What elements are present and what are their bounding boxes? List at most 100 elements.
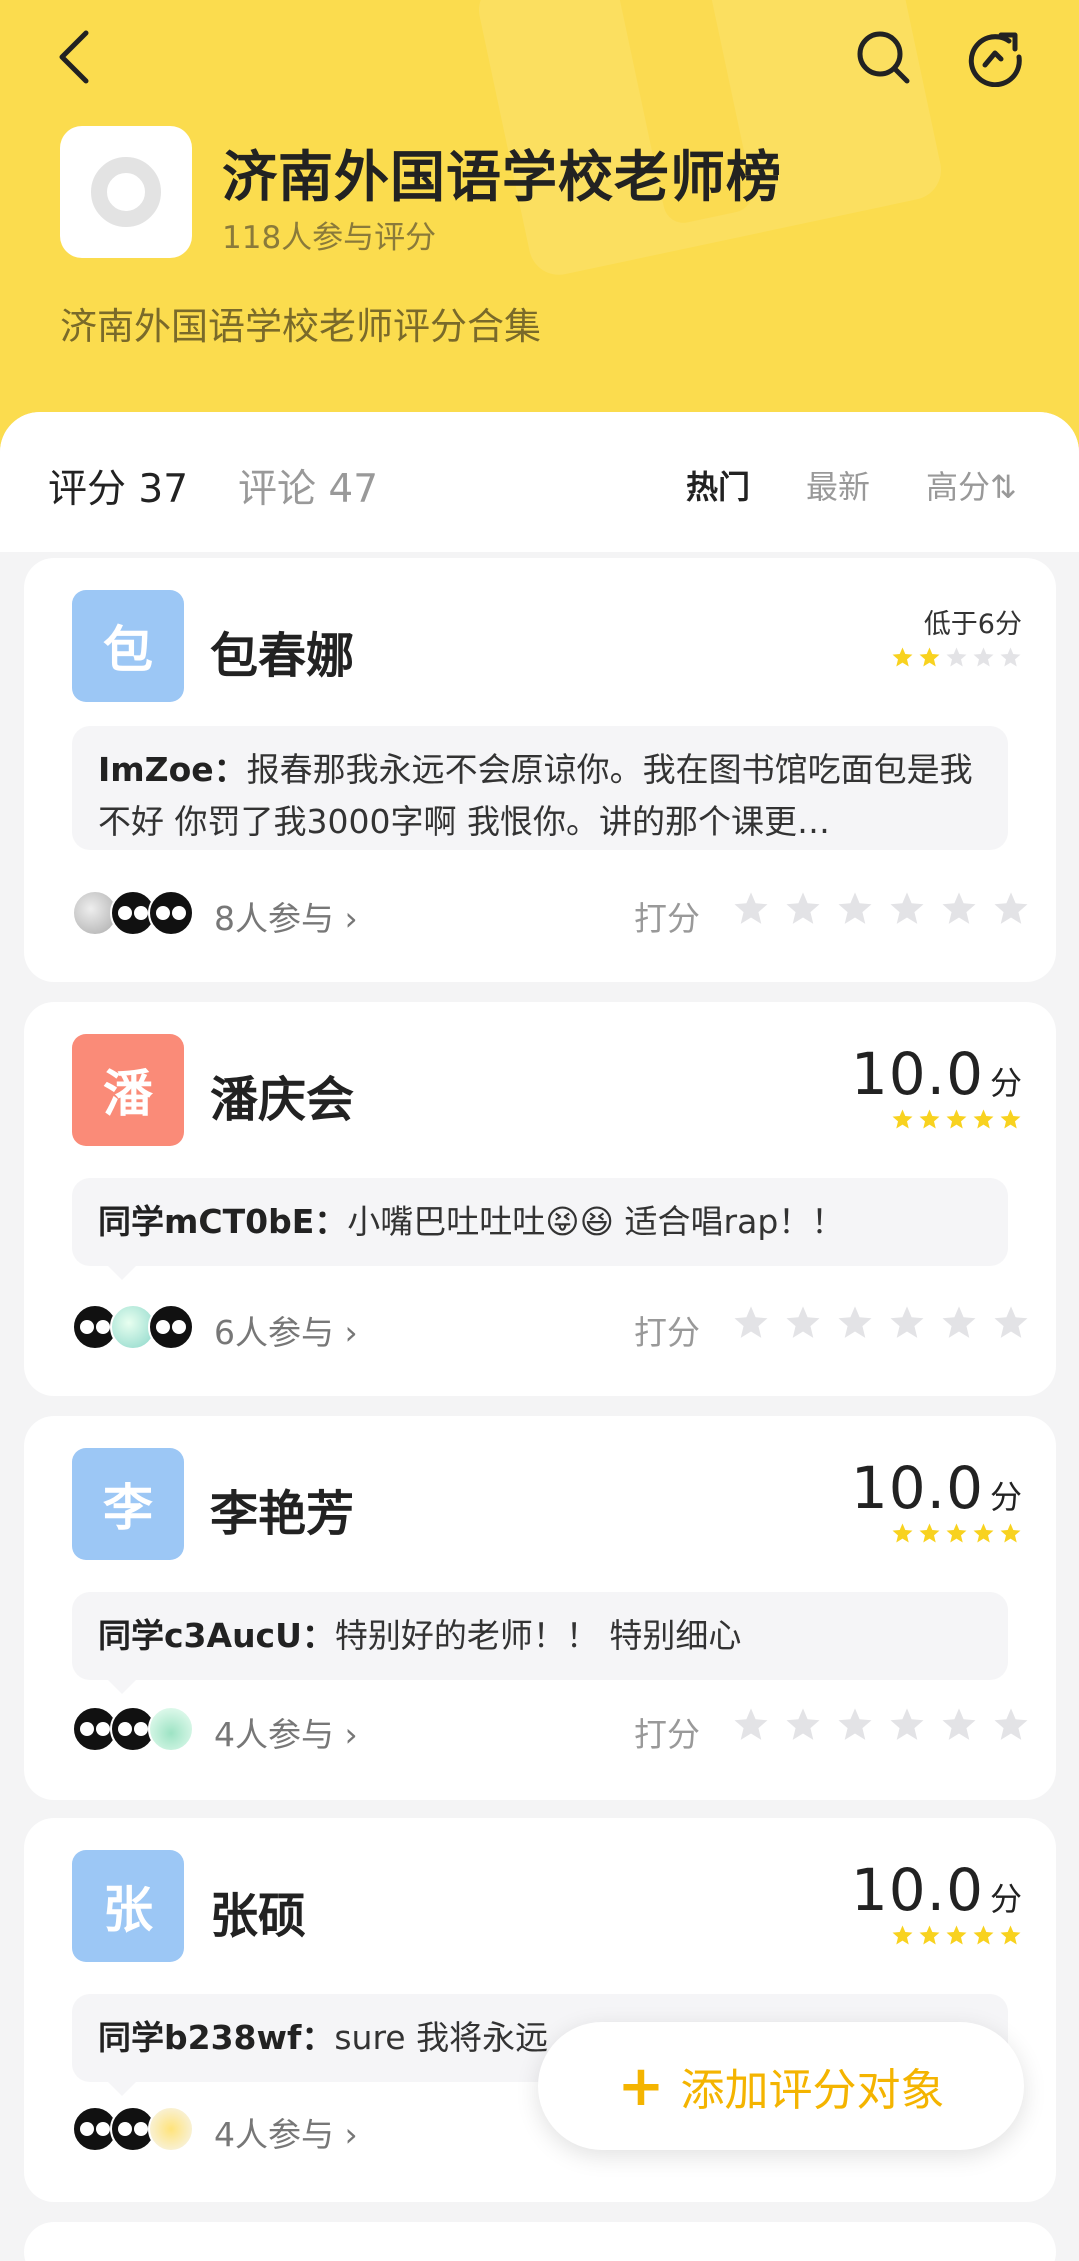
score-stars — [851, 1924, 1022, 1947]
star-icon[interactable] — [784, 1706, 822, 1744]
score-text: 低于6分 — [923, 609, 1022, 640]
teacher-name: 李艳芳 — [210, 1486, 355, 1542]
chevron-left-icon — [59, 30, 89, 84]
star-icon[interactable] — [940, 890, 978, 928]
rate-stars[interactable] — [732, 890, 1030, 928]
score-unit: 分 — [989, 1880, 1022, 1918]
card-footer: 4人参与 › 打分 — [72, 1700, 1028, 1760]
rate-label: 打分 — [634, 1313, 700, 1352]
top-comment[interactable]: 同学c3AucU：特别好的老师！！ 特别细心 — [72, 1592, 1008, 1694]
star-icon — [919, 1109, 940, 1129]
rating-card[interactable]: 包 包春娜 低于6分 ImZoe：报春那我永远不会原谅你。我在图书馆吃面包是我不… — [24, 558, 1056, 982]
comment-author: 同学mCT0bE： — [98, 1202, 348, 1241]
score-stars — [851, 1522, 1022, 1545]
plus-icon: + — [617, 2053, 665, 2119]
star-icon — [1000, 647, 1021, 667]
star-icon — [892, 647, 913, 667]
add-rating-target-button[interactable]: + 添加评分对象 — [538, 2022, 1024, 2150]
sort-hot[interactable]: 热门 — [686, 462, 750, 508]
score-value: 10.0 — [850, 1454, 984, 1522]
star-icon — [1000, 1925, 1021, 1945]
comment-author: 同学c3AucU： — [98, 1616, 335, 1655]
star-icon[interactable] — [888, 890, 926, 928]
star-icon — [946, 1109, 967, 1129]
participant-avatars — [72, 1304, 194, 1350]
participant-avatars — [72, 1706, 194, 1752]
rate-stars[interactable] — [732, 1304, 1030, 1342]
chevron-right-icon: › — [344, 1313, 358, 1352]
star-icon[interactable] — [784, 1304, 822, 1342]
page-title: 济南外国语学校老师榜 — [222, 145, 783, 209]
participants-link[interactable]: 6人参与 › — [214, 1306, 358, 1354]
score-unit: 分 — [989, 1478, 1022, 1516]
rate-label: 打分 — [634, 1715, 700, 1754]
star-icon[interactable] — [836, 890, 874, 928]
star-icon — [973, 1523, 994, 1543]
star-icon — [946, 647, 967, 667]
rating-card[interactable] — [24, 2222, 1056, 2261]
star-icon[interactable] — [888, 1304, 926, 1342]
tab-bar: 评分 37 评论 47 热门 最新 高分⇅ — [0, 412, 1079, 552]
rating-card[interactable]: 潘 潘庆会 10.0 分 同学mCT0bE：小嘴巴吐吐吐😝😆 适合唱rap！！ 6… — [24, 1002, 1056, 1396]
search-button[interactable] — [848, 22, 918, 92]
star-icon[interactable] — [836, 1304, 874, 1342]
star-icon — [973, 647, 994, 667]
participants-count: 8人参与 — [214, 899, 334, 938]
score-stars — [851, 1108, 1022, 1131]
star-icon[interactable] — [992, 1304, 1030, 1342]
chevron-right-icon: › — [344, 1715, 358, 1754]
tab-comments[interactable]: 评论 47 — [238, 458, 378, 514]
participants-link[interactable]: 8人参与 › — [214, 892, 358, 940]
star-icon[interactable] — [940, 1304, 978, 1342]
star-icon[interactable] — [732, 1706, 770, 1744]
star-icon — [1000, 1109, 1021, 1129]
comment-text: 特别好的老师！！ 特别细心 — [334, 1616, 742, 1655]
sort-new[interactable]: 最新 — [806, 462, 870, 508]
star-icon[interactable] — [836, 1706, 874, 1744]
teacher-avatar: 包 — [72, 590, 184, 702]
back-button[interactable] — [40, 22, 110, 92]
score-value: 10.0 — [850, 1856, 984, 1924]
user-avatar — [148, 1706, 194, 1752]
star-icon[interactable] — [992, 1706, 1030, 1744]
star-icon[interactable] — [992, 890, 1030, 928]
star-icon — [892, 1925, 913, 1945]
teacher-name: 潘庆会 — [210, 1072, 355, 1128]
participants-link[interactable]: 4人参与 › — [214, 1708, 358, 1756]
share-icon — [968, 32, 1022, 87]
share-button[interactable] — [960, 22, 1030, 92]
add-button-label: 添加评分对象 — [680, 2065, 945, 2116]
participants-count: 6人参与 — [214, 1313, 334, 1352]
star-icon[interactable] — [940, 1706, 978, 1744]
user-avatar — [148, 890, 194, 936]
star-icon — [946, 1925, 967, 1945]
top-comment[interactable]: 同学mCT0bE：小嘴巴吐吐吐😝😆 适合唱rap！！ — [72, 1178, 1008, 1280]
score-box: 10.0 分 — [851, 1860, 1022, 1947]
tab-ratings[interactable]: 评分 37 — [48, 458, 188, 514]
school-logo — [60, 126, 192, 258]
participants-link[interactable]: 4人参与 › — [214, 2108, 358, 2156]
sort-high[interactable]: 高分⇅ — [926, 462, 1032, 508]
chevron-right-icon: › — [344, 2115, 358, 2154]
participants-count: 4人参与 — [214, 1715, 334, 1754]
star-icon[interactable] — [784, 890, 822, 928]
top-comment[interactable]: ImZoe：报春那我永远不会原谅你。我在图书馆吃面包是我不好 你罚了我3000字… — [72, 726, 1008, 850]
star-icon[interactable] — [732, 890, 770, 928]
teacher-name: 包春娜 — [210, 628, 355, 684]
rate-stars[interactable] — [732, 1706, 1030, 1744]
score-box: 低于6分 — [891, 600, 1022, 669]
teacher-avatar: 李 — [72, 1448, 184, 1560]
participant-count: 118人参与评分 — [222, 220, 437, 256]
star-icon — [919, 647, 940, 667]
teacher-avatar: 张 — [72, 1850, 184, 1962]
rate-label: 打分 — [634, 899, 700, 938]
rating-card[interactable]: 李 李艳芳 10.0 分 同学c3AucU：特别好的老师！！ 特别细心 4人参与 … — [24, 1416, 1056, 1800]
card-footer: 8人参与 › 打分 — [72, 884, 1028, 944]
user-avatar — [148, 2106, 194, 2152]
comment-text: sure 我将永远 — [334, 2018, 549, 2057]
star-icon — [1000, 1523, 1021, 1543]
user-avatar — [148, 1304, 194, 1350]
star-icon[interactable] — [732, 1304, 770, 1342]
star-icon[interactable] — [888, 1706, 926, 1744]
star-icon — [892, 1109, 913, 1129]
